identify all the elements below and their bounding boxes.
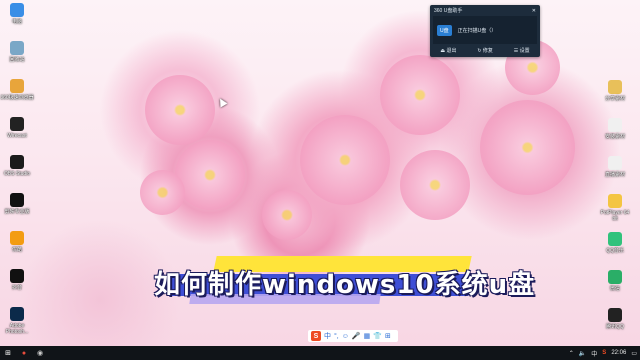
banner-title: 如何制作windows10系统u盘 bbox=[154, 270, 536, 300]
desktop-icon-label: 微信 bbox=[609, 286, 620, 292]
qq-icon bbox=[608, 308, 622, 322]
desktop-icon-label: 分享素材 bbox=[604, 96, 625, 102]
ime-mode[interactable]: 中 bbox=[324, 331, 331, 341]
desktop-icon[interactable]: 腾讯QQ bbox=[598, 308, 632, 330]
jianying-icon bbox=[10, 193, 24, 207]
start-button[interactable]: ⊞ bbox=[3, 348, 13, 358]
desktop-icon[interactable]: 安装素材 bbox=[598, 118, 632, 140]
desktop-icon-label: Adobe Photosh... bbox=[5, 323, 29, 335]
folder-icon bbox=[608, 80, 622, 94]
sogou-logo-icon[interactable]: S bbox=[311, 331, 321, 341]
desktop-icon[interactable]: 微信 bbox=[598, 270, 632, 292]
desktop-icon[interactable]: OBS Studio bbox=[0, 155, 34, 177]
title-banner: 如何制作windows10系统u盘 bbox=[150, 250, 534, 320]
toolbox-icon[interactable]: ⊞ bbox=[385, 332, 391, 340]
desktop-icon-label: 安装素材 bbox=[604, 134, 625, 140]
blossom bbox=[400, 150, 470, 220]
ime-punct[interactable]: °, bbox=[334, 333, 339, 340]
desktop-icon-label: 抖音 bbox=[11, 285, 22, 291]
youku-icon bbox=[10, 231, 24, 245]
folder-icon bbox=[608, 156, 622, 170]
emoji-icon[interactable]: ☺ bbox=[342, 333, 349, 340]
mic-icon[interactable]: 🎤 bbox=[352, 332, 361, 340]
desktop-icon[interactable]: 回收站 bbox=[0, 41, 34, 63]
taskbar: ⊞ ● ◉ ⌃ 🔈 中 S 22:06 ▭ bbox=[0, 346, 640, 360]
desktop-icon-label: Wirecast bbox=[7, 133, 27, 139]
blossom bbox=[480, 100, 575, 195]
qq-music-icon bbox=[608, 232, 622, 246]
desktop-icon-label: 回收站 bbox=[9, 57, 25, 63]
desktop-icon-label: 优酷 bbox=[11, 247, 22, 253]
recycle-bin-icon bbox=[10, 41, 24, 55]
desktop-icon[interactable]: 360极速浏览器 bbox=[0, 79, 34, 101]
desktop-icon-label: 电脑 bbox=[11, 19, 22, 25]
usb-helper-popup[interactable]: 360 U盘助手 ✕ U盘 正在扫描U盘（） ⏏ 退出 ↻ 修复 ☰ 设置 bbox=[430, 5, 540, 57]
popup-body: U盘 正在扫描U盘（） bbox=[433, 16, 537, 44]
mouse-cursor bbox=[216, 96, 228, 108]
folder-icon bbox=[608, 118, 622, 132]
desktop-icon-label: OBS Studio bbox=[3, 171, 31, 177]
desktop-icon-label: 直播素材 bbox=[604, 172, 625, 178]
desktop-icon-label: 剪映专业版 bbox=[4, 209, 30, 215]
popup-header: 360 U盘助手 ✕ bbox=[430, 5, 540, 16]
douyin-icon bbox=[10, 269, 24, 283]
potplayer-icon bbox=[608, 194, 622, 208]
desktop-icon-label: QQ音乐 bbox=[606, 248, 624, 254]
desktop-icon[interactable]: 优酷 bbox=[0, 231, 34, 253]
desktop-icon[interactable]: 直播素材 bbox=[598, 156, 632, 178]
obs-icon bbox=[10, 155, 24, 169]
eject-button[interactable]: ⏏ 退出 bbox=[440, 47, 456, 54]
desktop-icon-label: 腾讯QQ bbox=[606, 324, 624, 330]
input-lang[interactable]: 中 bbox=[591, 349, 597, 358]
popup-status: 正在扫描U盘（） bbox=[457, 27, 497, 34]
sogou-tray-icon[interactable]: S bbox=[602, 350, 606, 356]
blossom bbox=[140, 170, 185, 215]
computer-icon bbox=[10, 3, 24, 17]
blossom bbox=[262, 190, 312, 240]
ime-toolbar[interactable]: S 中 °, ☺ 🎤 ▦ 👕 ⊞ bbox=[308, 330, 398, 342]
keyboard-icon[interactable]: ▦ bbox=[364, 332, 371, 340]
blossom bbox=[175, 140, 245, 210]
desktop-icon[interactable]: 电脑 bbox=[0, 3, 34, 25]
tray-expand-icon[interactable]: ⌃ bbox=[569, 350, 574, 357]
skin-icon[interactable]: 👕 bbox=[373, 332, 382, 340]
blossom bbox=[145, 75, 215, 145]
volume-icon[interactable]: 🔈 bbox=[579, 350, 586, 357]
popup-title: 360 U盘助手 bbox=[434, 8, 463, 14]
desktop-icon-label: PotPlayer 64 bit bbox=[600, 210, 630, 222]
photoshop-icon bbox=[10, 307, 24, 321]
desktop-icon-label: 360极速浏览器 bbox=[0, 95, 34, 101]
system-tray: ⌃ 🔈 中 S 22:06 ▭ bbox=[569, 349, 637, 358]
popup-actions: ⏏ 退出 ↻ 修复 ☰ 设置 bbox=[430, 44, 540, 56]
desktop-icon[interactable]: 剪映专业版 bbox=[0, 193, 34, 215]
clock[interactable]: 22:06 bbox=[611, 350, 626, 356]
blossom bbox=[380, 55, 460, 135]
wirecast-icon bbox=[10, 117, 24, 131]
blossom bbox=[300, 115, 390, 205]
browser-icon bbox=[10, 79, 24, 93]
notification-icon[interactable]: ▭ bbox=[631, 350, 637, 357]
settings-button[interactable]: ☰ 设置 bbox=[514, 47, 530, 54]
desktop-icon[interactable]: 抖音 bbox=[0, 269, 34, 291]
usb-badge: U盘 bbox=[437, 24, 452, 36]
chrome-icon[interactable]: ● bbox=[19, 348, 29, 358]
desktop-icon[interactable]: QQ音乐 bbox=[598, 232, 632, 254]
desktop-icon[interactable]: Wirecast bbox=[0, 117, 34, 139]
desktop-icon[interactable]: Adobe Photosh... bbox=[0, 307, 34, 335]
desktop-icon[interactable]: PotPlayer 64 bit bbox=[598, 194, 632, 222]
close-icon[interactable]: ✕ bbox=[532, 8, 536, 14]
repair-button[interactable]: ↻ 修复 bbox=[477, 47, 493, 54]
desktop-icon[interactable]: 分享素材 bbox=[598, 80, 632, 102]
obs-taskbar-icon[interactable]: ◉ bbox=[35, 348, 45, 358]
wechat-icon bbox=[608, 270, 622, 284]
